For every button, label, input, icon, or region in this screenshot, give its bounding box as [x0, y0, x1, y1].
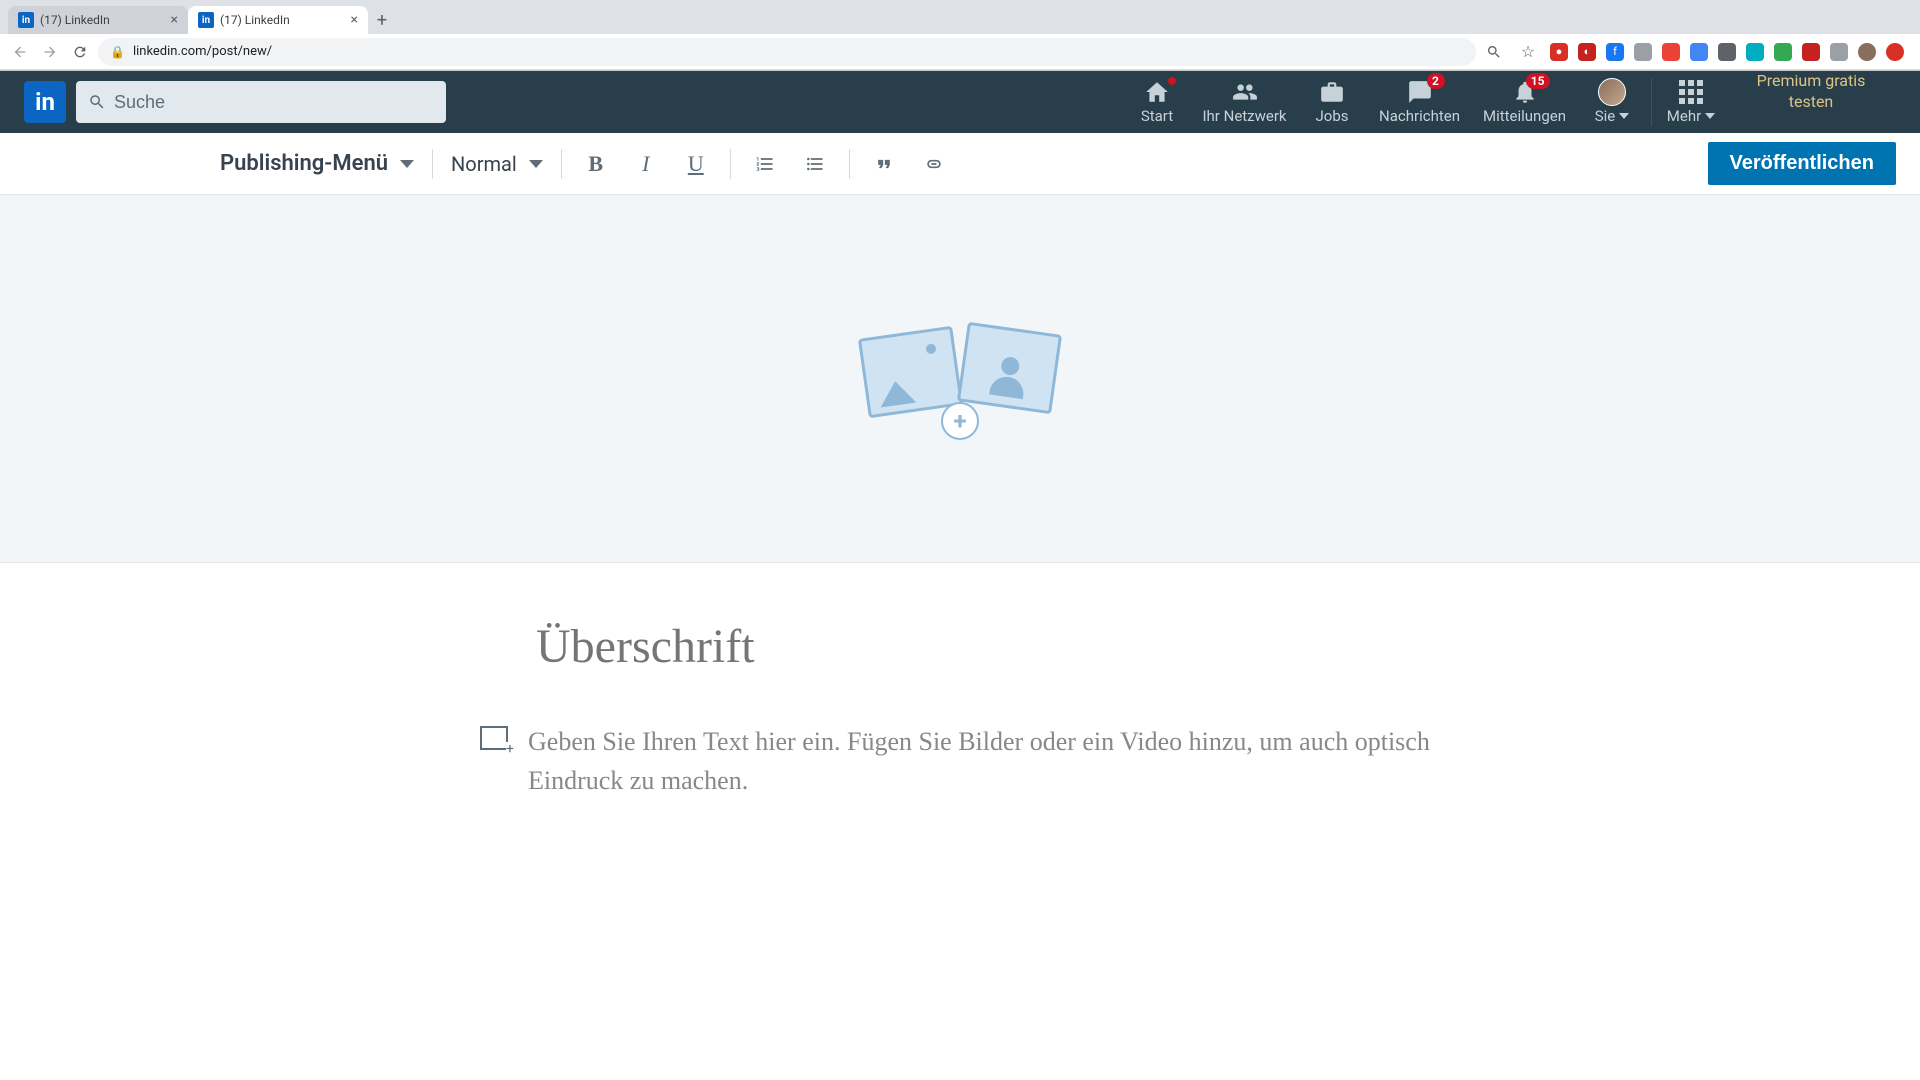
briefcase-icon: [1319, 79, 1345, 105]
nav-label: Mehr: [1667, 107, 1701, 125]
star-icon[interactable]: ☆: [1516, 40, 1540, 64]
chevron-down-icon: [1705, 113, 1715, 119]
close-icon[interactable]: ×: [351, 12, 358, 28]
extension-icon[interactable]: [1886, 43, 1904, 61]
nav-divider: [1651, 78, 1652, 126]
separator: [432, 149, 433, 179]
search-page-icon[interactable]: [1482, 40, 1506, 64]
heading-input[interactable]: [480, 619, 1440, 674]
linkedin-top-nav: in Start Ihr Netzwerk Jobs: [0, 71, 1920, 133]
blockquote-button[interactable]: [868, 148, 900, 180]
new-tab-button[interactable]: +: [368, 6, 396, 34]
tab-title: (17) LinkedIn: [220, 13, 345, 27]
unordered-list-button[interactable]: [799, 148, 831, 180]
nav-label: Ihr Netzwerk: [1202, 107, 1286, 125]
extension-icon[interactable]: [1774, 43, 1792, 61]
nav-label: Sie: [1595, 107, 1616, 125]
plus-icon: +: [941, 402, 979, 440]
browser-tab-active[interactable]: in (17) LinkedIn ×: [188, 6, 368, 34]
back-button[interactable]: [8, 40, 32, 64]
style-dropdown-label: Normal: [451, 152, 517, 176]
browser-tab[interactable]: in (17) LinkedIn ×: [8, 6, 188, 34]
address-bar: 🔒 linkedin.com/post/new/ ☆ ● ◐ f: [0, 34, 1920, 70]
extension-icon[interactable]: ◐: [1578, 43, 1596, 61]
search-icon: [88, 93, 106, 111]
extension-icon[interactable]: [1802, 43, 1820, 61]
tab-strip: in (17) LinkedIn × in (17) LinkedIn × +: [0, 0, 1920, 34]
article-editor: Geben Sie Ihren Text hier ein. Fügen Sie…: [480, 563, 1440, 800]
underline-button[interactable]: U: [680, 148, 712, 180]
badge: 15: [1526, 73, 1550, 89]
body-text-input[interactable]: Geben Sie Ihren Text hier ein. Fügen Sie…: [528, 722, 1440, 800]
link-button[interactable]: [918, 148, 950, 180]
premium-cta[interactable]: Premium gratis testen: [1726, 71, 1896, 133]
extension-icons: ☆ ● ◐ f: [1482, 40, 1912, 64]
browser-chrome: in (17) LinkedIn × in (17) LinkedIn × + …: [0, 0, 1920, 71]
badge: [1168, 77, 1176, 85]
separator: [849, 149, 850, 179]
forward-button[interactable]: [38, 40, 62, 64]
avatar: [1598, 78, 1626, 106]
nav-home[interactable]: Start: [1122, 71, 1192, 133]
nav-label: Start: [1141, 107, 1173, 125]
insert-media-button[interactable]: [480, 726, 508, 750]
nav-jobs[interactable]: Jobs: [1297, 71, 1367, 133]
extension-icon[interactable]: [1634, 43, 1652, 61]
nav-label: Mitteilungen: [1483, 107, 1566, 125]
publish-button[interactable]: Veröffentlichen: [1708, 142, 1896, 185]
search-input[interactable]: [114, 92, 434, 113]
separator: [561, 149, 562, 179]
nav-network[interactable]: Ihr Netzwerk: [1192, 71, 1297, 133]
italic-button[interactable]: I: [630, 148, 662, 180]
nav-label: Nachrichten: [1379, 107, 1460, 125]
badge: 2: [1427, 73, 1445, 89]
people-icon: [1232, 79, 1258, 105]
grid-icon: [1679, 80, 1703, 104]
chevron-down-icon: [400, 160, 414, 168]
publishing-menu-dropdown[interactable]: Publishing-Menü: [220, 151, 414, 176]
search-box[interactable]: [76, 81, 446, 123]
lock-icon: 🔒: [110, 45, 125, 59]
extension-icon[interactable]: [1746, 43, 1764, 61]
linkedin-favicon: in: [198, 12, 214, 28]
extension-icon[interactable]: [1690, 43, 1708, 61]
extension-icon[interactable]: [1718, 43, 1736, 61]
close-icon[interactable]: ×: [171, 12, 178, 28]
chevron-down-icon: [529, 160, 543, 168]
nav-more[interactable]: Mehr: [1656, 71, 1726, 133]
nav-me[interactable]: Sie: [1577, 71, 1647, 133]
style-dropdown[interactable]: Normal: [451, 152, 543, 176]
extension-icon[interactable]: [1662, 43, 1680, 61]
reload-button[interactable]: [68, 40, 92, 64]
editor-toolbar: Publishing-Menü Normal B I U Veröffentli…: [0, 133, 1920, 195]
nav-items: Start Ihr Netzwerk Jobs 2 Nachrichten 15: [1122, 71, 1896, 133]
nav-notifications[interactable]: 15 Mitteilungen: [1472, 71, 1577, 133]
url-field[interactable]: 🔒 linkedin.com/post/new/: [98, 38, 1476, 66]
publishing-menu-label: Publishing-Menü: [220, 151, 388, 176]
separator: [730, 149, 731, 179]
tab-title: (17) LinkedIn: [40, 13, 165, 27]
home-icon: [1144, 79, 1170, 105]
extension-icon[interactable]: [1830, 43, 1848, 61]
nav-messaging[interactable]: 2 Nachrichten: [1367, 71, 1472, 133]
profile-avatar-icon[interactable]: [1858, 43, 1876, 61]
nav-label: Jobs: [1316, 107, 1349, 125]
linkedin-logo[interactable]: in: [24, 81, 66, 123]
extension-icon[interactable]: f: [1606, 43, 1624, 61]
url-text: linkedin.com/post/new/: [133, 44, 272, 59]
extension-icon[interactable]: ●: [1550, 43, 1568, 61]
cover-placeholder-icon: +: [855, 324, 1065, 434]
ordered-list-button[interactable]: [749, 148, 781, 180]
linkedin-favicon: in: [18, 12, 34, 28]
chevron-down-icon: [1619, 113, 1629, 119]
bold-button[interactable]: B: [580, 148, 612, 180]
cover-image-upload[interactable]: +: [0, 195, 1920, 563]
